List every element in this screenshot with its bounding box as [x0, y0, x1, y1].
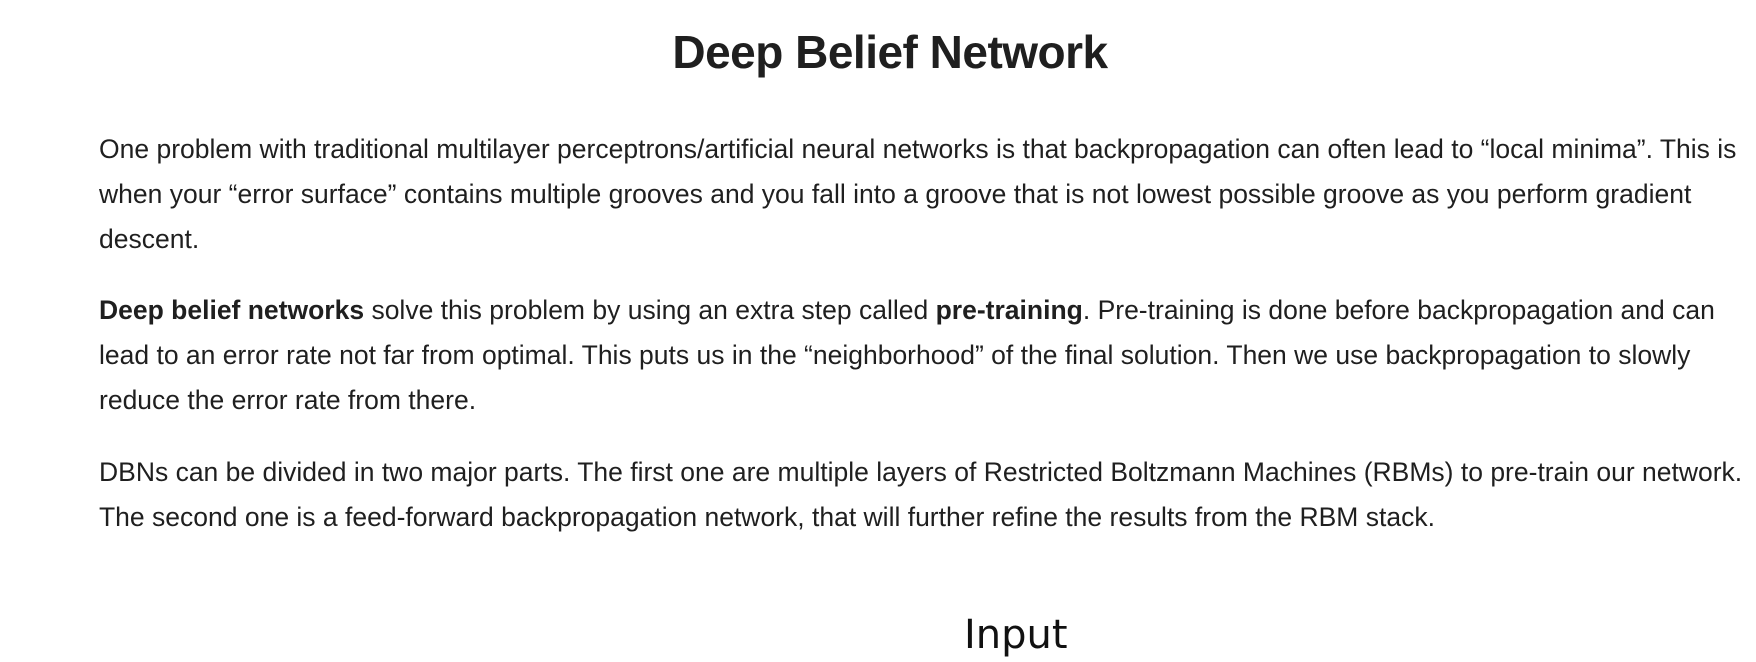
paragraph-pre-training: Deep belief networks solve this problem … [99, 288, 1749, 423]
bold-term-deep-belief-networks: Deep belief networks [99, 295, 365, 325]
paragraph-dbn-parts: DBNs can be divided in two major parts. … [99, 457, 1743, 532]
paragraph-text-segment: solve this problem by using an extra ste… [364, 295, 936, 325]
page-title: Deep Belief Network [672, 26, 1108, 78]
article-page: Deep Belief Network One problem with tra… [0, 0, 1756, 662]
bold-term-pre-training: pre-training [935, 295, 1083, 325]
paragraph-local-minima: One problem with traditional multilayer … [99, 134, 1737, 254]
diagram-input-label: Input [964, 612, 1068, 658]
